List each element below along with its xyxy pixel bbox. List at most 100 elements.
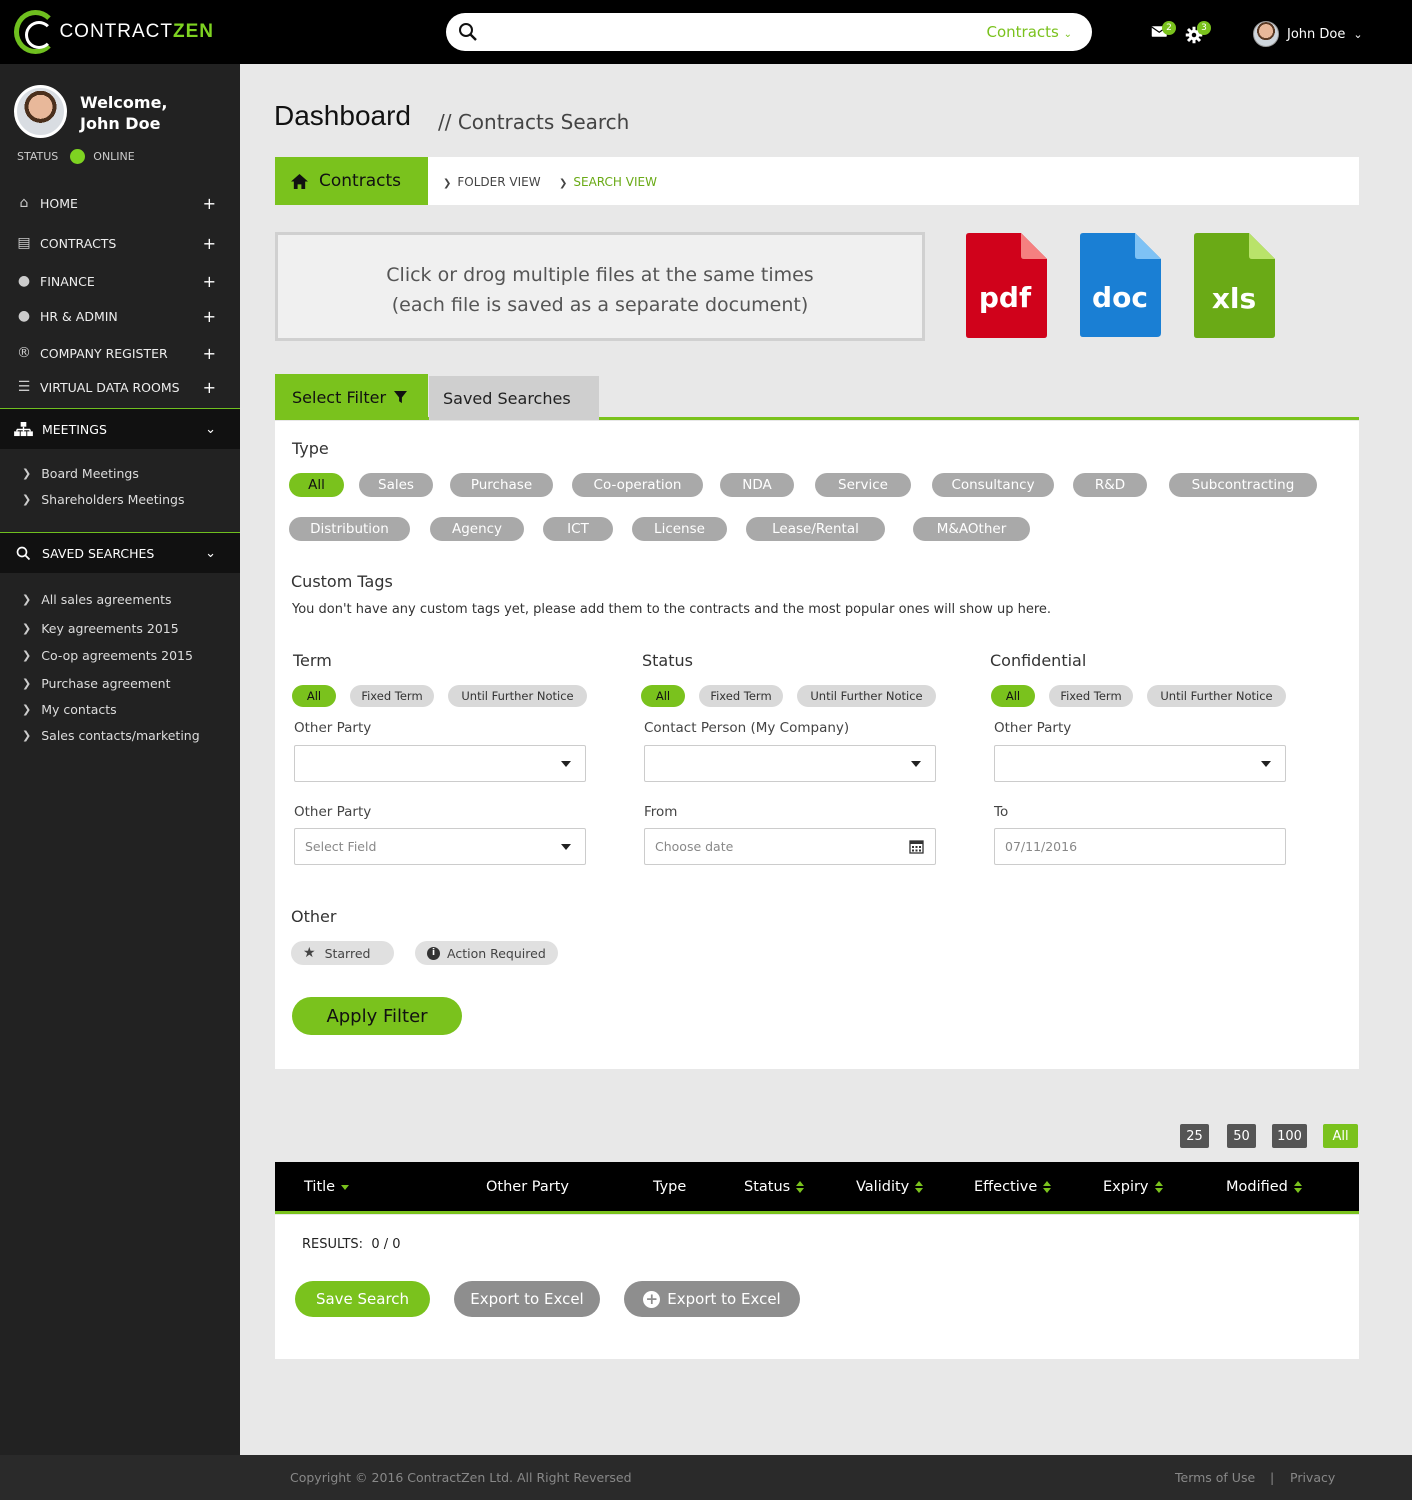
type-pill-service[interactable]: Service [815,473,911,497]
column-validity[interactable]: Validity [856,1179,924,1195]
sidebar-item-hr-admin[interactable]: ● HR & ADMIN + [0,301,240,331]
confidential-pill-fixed[interactable]: Fixed Term [1049,685,1133,707]
type-pill-license[interactable]: License [632,517,727,541]
file-dropzone[interactable]: Click or drog multiple files at the same… [275,232,925,341]
sidebar-item-finance[interactable]: ● FINANCE + [0,266,240,296]
sidebar-section-saved-searches[interactable]: SAVED SEARCHES ⌄ [0,532,240,573]
other-heading: Other [291,907,337,926]
filter-icon [394,390,408,403]
privacy-link[interactable]: Privacy [1290,1470,1335,1485]
apply-filter-button[interactable]: Apply Filter [292,997,462,1035]
sitemap-icon [14,421,33,436]
sidebar-item-company-register[interactable]: ® COMPANY REGISTER + [0,338,240,368]
type-pill-cooperation[interactable]: Co-operation [572,473,703,497]
saved-search-item[interactable]: ❯ Purchase agreement [22,676,171,691]
type-pill-distribution[interactable]: Distribution [289,517,410,541]
search-bar[interactable]: Contracts ⌄ [446,13,1092,51]
action-required-pill[interactable]: i Action Required [415,941,558,965]
terms-link[interactable]: Terms of Use [1175,1470,1255,1485]
mail-button[interactable]: 2 [1150,21,1176,46]
page-size-50[interactable]: 50 [1227,1124,1256,1148]
type-pill-consultancy[interactable]: Consultancy [932,473,1054,497]
export-excel-button[interactable]: Export to Excel [454,1281,600,1317]
calendar-icon[interactable] [909,839,924,854]
type-pill-agency[interactable]: Agency [430,517,524,541]
column-other-party[interactable]: Other Party [486,1179,569,1195]
brand-name-light: CONTRACT [59,21,173,42]
top-bar: CONTRACTZEN Contracts ⌄ 2 3 John Doe ⌄ [0,0,1412,64]
export-excel-add-button[interactable]: + Export to Excel [624,1281,800,1317]
svg-text:xls: xls [1212,282,1256,315]
profile-avatar[interactable] [14,85,67,138]
confidential-pill-until-notice[interactable]: Until Further Notice [1147,685,1286,707]
page-size-all[interactable]: All [1323,1124,1358,1148]
status-pill-until-notice[interactable]: Until Further Notice [797,685,936,707]
xls-file-icon[interactable]: xls [1194,233,1275,338]
contact-person-select[interactable] [644,745,936,782]
brand-logo[interactable]: CONTRACTZEN [14,8,214,56]
other-party-field-select[interactable]: Select Field [294,828,586,865]
type-pill-sales[interactable]: Sales [359,473,433,497]
type-pill-rnd[interactable]: R&D [1073,473,1147,497]
sidebar-subitem-shareholders-meetings[interactable]: ❯ Shareholders Meetings [22,492,185,507]
tab-select-filter[interactable]: Select Filter [275,374,428,420]
sidebar-item-contracts[interactable]: ▤ CONTRACTS + [0,228,240,258]
sidebar-subitem-board-meetings[interactable]: ❯ Board Meetings [22,466,139,481]
term-pill-all[interactable]: All [292,685,336,707]
type-pill-lease-rental[interactable]: Lease/Rental [746,517,885,541]
pdf-file-icon[interactable]: pdf [966,233,1047,338]
sort-icon [1043,1181,1052,1193]
settings-button[interactable]: 3 [1185,21,1211,48]
results-count: RESULTS: 0 / 0 [302,1237,401,1252]
sidebar-item-home[interactable]: ⌂ HOME + [0,188,240,218]
expand-icon: + [202,233,216,253]
search-icon[interactable] [458,22,478,42]
svg-text:pdf: pdf [979,281,1032,314]
column-modified[interactable]: Modified [1226,1179,1302,1195]
saved-search-item[interactable]: ❯ All sales agreements [22,592,172,607]
column-effective[interactable]: Effective [974,1179,1052,1195]
doc-file-icon[interactable]: doc [1080,233,1161,338]
chevron-right-icon: ❯ [443,178,452,189]
starred-pill[interactable]: ★ Starred [291,941,394,965]
breadcrumb-folder-view[interactable]: ❯ FOLDER VIEW [443,175,541,189]
chevron-right-icon: ❯ [22,649,32,662]
term-pill-until-notice[interactable]: Until Further Notice [448,685,587,707]
page-size-25[interactable]: 25 [1180,1124,1209,1148]
type-pill-all[interactable]: All [289,473,344,497]
column-expiry[interactable]: Expiry [1103,1179,1163,1195]
tab-saved-searches[interactable]: Saved Searches [429,376,599,420]
type-pill-subcontracting[interactable]: Subcontracting [1169,473,1317,497]
sidebar-item-virtual-data-rooms[interactable]: ☰ VIRTUAL DATA ROOMS + [0,372,240,402]
confidential-pill-all[interactable]: All [991,685,1035,707]
to-date-input[interactable]: 07/11/2016 [994,828,1286,865]
status-pill-fixed[interactable]: Fixed Term [699,685,783,707]
column-status[interactable]: Status [744,1179,805,1195]
column-title[interactable]: Title [304,1179,350,1195]
save-search-button[interactable]: Save Search [295,1281,430,1317]
confidential-other-party-select[interactable] [994,745,1286,782]
saved-search-item[interactable]: ❯ Key agreements 2015 [22,621,179,636]
type-pill-mna-other[interactable]: M&AOther [913,517,1030,541]
user-name: John Doe [1287,26,1346,42]
search-scope-dropdown[interactable]: Contracts ⌄ [986,23,1072,41]
sort-icon [1293,1181,1302,1193]
registered-icon: ® [17,345,31,361]
type-pill-ict[interactable]: ICT [543,517,613,541]
type-pill-purchase[interactable]: Purchase [450,473,553,497]
page-size-100[interactable]: 100 [1272,1124,1307,1148]
saved-search-item[interactable]: ❯ Sales contacts/marketing [22,728,200,743]
breadcrumb-home[interactable]: Contracts [275,157,428,205]
user-menu[interactable]: John Doe ⌄ [1253,21,1363,47]
status-pill-all[interactable]: All [641,685,685,707]
breadcrumb-search-view[interactable]: ❯ SEARCH VIEW [559,175,657,189]
term-pill-fixed[interactable]: Fixed Term [350,685,434,707]
sidebar-section-meetings[interactable]: MEETINGS ⌄ [0,408,240,449]
saved-search-item[interactable]: ❯ My contacts [22,702,117,717]
type-pill-nda[interactable]: NDA [720,473,794,497]
sort-icon [915,1181,924,1193]
column-type[interactable]: Type [653,1179,686,1195]
from-date-input[interactable]: Choose date [644,828,936,865]
other-party-select[interactable] [294,745,586,782]
saved-search-item[interactable]: ❯ Co-op agreements 2015 [22,648,193,663]
